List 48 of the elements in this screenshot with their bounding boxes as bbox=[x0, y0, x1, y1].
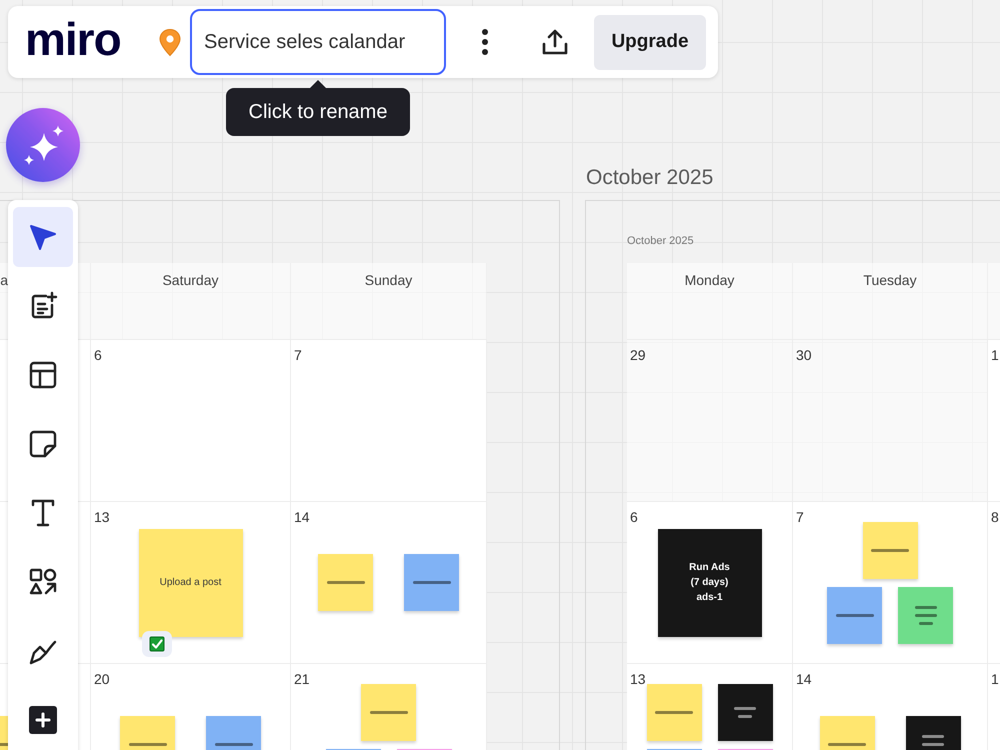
day-number: 7 bbox=[796, 508, 804, 526]
day-number: 6 bbox=[630, 508, 638, 526]
calendar-title: October 2025 bbox=[627, 234, 694, 249]
day-number: 29 bbox=[630, 346, 646, 364]
text-lines-icon bbox=[370, 710, 408, 714]
day-number: 13 bbox=[630, 670, 646, 688]
text-lines-icon bbox=[914, 606, 936, 624]
text-lines-icon bbox=[128, 743, 166, 746]
day-number: 30 bbox=[796, 346, 812, 364]
sticky-note-icon bbox=[27, 428, 59, 460]
text-lines-icon bbox=[734, 706, 756, 718]
weekday-label: Sunday bbox=[364, 272, 412, 288]
day-number: 8 bbox=[991, 508, 999, 526]
day-number: 14 bbox=[796, 670, 812, 688]
upgrade-button[interactable]: Upgrade bbox=[594, 14, 706, 70]
tooltip-pointer-icon bbox=[310, 80, 326, 88]
text-lines-icon bbox=[828, 743, 866, 746]
note-text: Upload a post bbox=[160, 576, 222, 590]
text-lines-icon bbox=[871, 548, 909, 552]
day-number: 1 bbox=[991, 670, 999, 688]
day-number: 1 bbox=[991, 346, 999, 364]
text-lines-icon bbox=[326, 581, 364, 584]
tooltip: Click to rename bbox=[226, 88, 410, 136]
logo: miro bbox=[25, 14, 122, 67]
text-lines-icon bbox=[655, 710, 693, 714]
board-title-field[interactable]: Service seles calandar bbox=[190, 9, 446, 75]
weekday-label: a bbox=[0, 272, 8, 288]
day-number: 14 bbox=[294, 508, 310, 526]
more-icon bbox=[481, 28, 489, 56]
text-lines-icon bbox=[836, 614, 874, 616]
note-text: Run Ads (7 days) ads-1 bbox=[689, 561, 730, 605]
location-pin-icon bbox=[158, 28, 182, 56]
tool-button[interactable] bbox=[13, 207, 73, 267]
text-lines-icon bbox=[412, 581, 450, 584]
day-number: 7 bbox=[294, 346, 302, 364]
layout-icon bbox=[27, 359, 59, 391]
frame-title: October 2025 bbox=[586, 165, 714, 191]
day-number: 6 bbox=[94, 346, 102, 364]
day-number: 21 bbox=[294, 670, 310, 688]
weekday-label: Monday bbox=[684, 272, 734, 288]
plus-icon bbox=[27, 704, 59, 736]
weekday-label: Saturday bbox=[162, 272, 219, 288]
sparkle-icon bbox=[22, 124, 64, 166]
weekday-label: Tuesday bbox=[863, 272, 917, 288]
ai-assistant-button[interactable] bbox=[6, 108, 80, 182]
day-number: 13 bbox=[94, 508, 110, 526]
day-number: 20 bbox=[94, 670, 110, 688]
text-lines-icon bbox=[214, 743, 252, 746]
